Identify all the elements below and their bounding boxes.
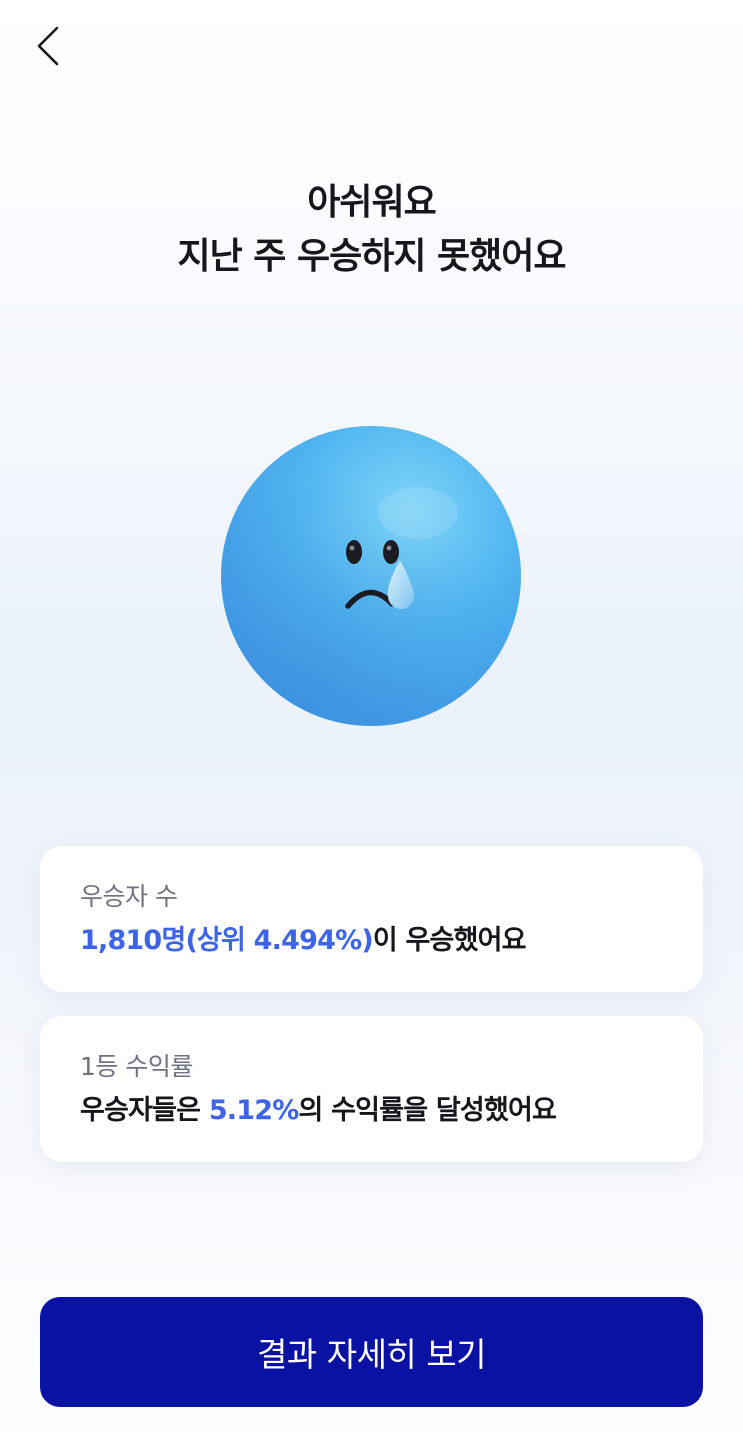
back-button[interactable] [24, 22, 72, 74]
top-return-card: 1등 수익률 우승자들은 5.12%의 수익률을 달성했어요 [40, 1016, 703, 1162]
chevron-left-icon [35, 25, 61, 71]
top-return-text: 우승자들은 5.12%의 수익률을 달성했어요 [80, 1092, 663, 1130]
top-return-suffix: 의 수익률을 달성했어요 [298, 1095, 557, 1126]
winner-count-card: 우승자 수 1,810명(상위 4.494%)이 우승했어요 [40, 846, 703, 992]
title-line-2: 지난 주 우승하지 못했어요 [177, 236, 567, 277]
top-return-prefix: 우승자들은 [80, 1095, 209, 1126]
page-title: 아쉬워요 지난 주 우승하지 못했어요 [0, 176, 743, 284]
winner-count-value: 1,810명(상위 4.494%) [80, 925, 374, 956]
top-return-label: 1등 수익률 [80, 1052, 193, 1081]
winner-count-suffix: 이 우승했어요 [372, 925, 527, 956]
winner-count-text: 1,810명(상위 4.494%)이 우승했어요 [80, 922, 663, 960]
crying-face-icon [208, 418, 538, 748]
top-return-value: 5.12% [208, 1095, 299, 1126]
winner-count-label: 우승자 수 [80, 882, 178, 911]
title-line-1: 아쉬워요 [307, 182, 436, 223]
view-results-button[interactable]: 결과 자세히 보기 [40, 1297, 703, 1407]
